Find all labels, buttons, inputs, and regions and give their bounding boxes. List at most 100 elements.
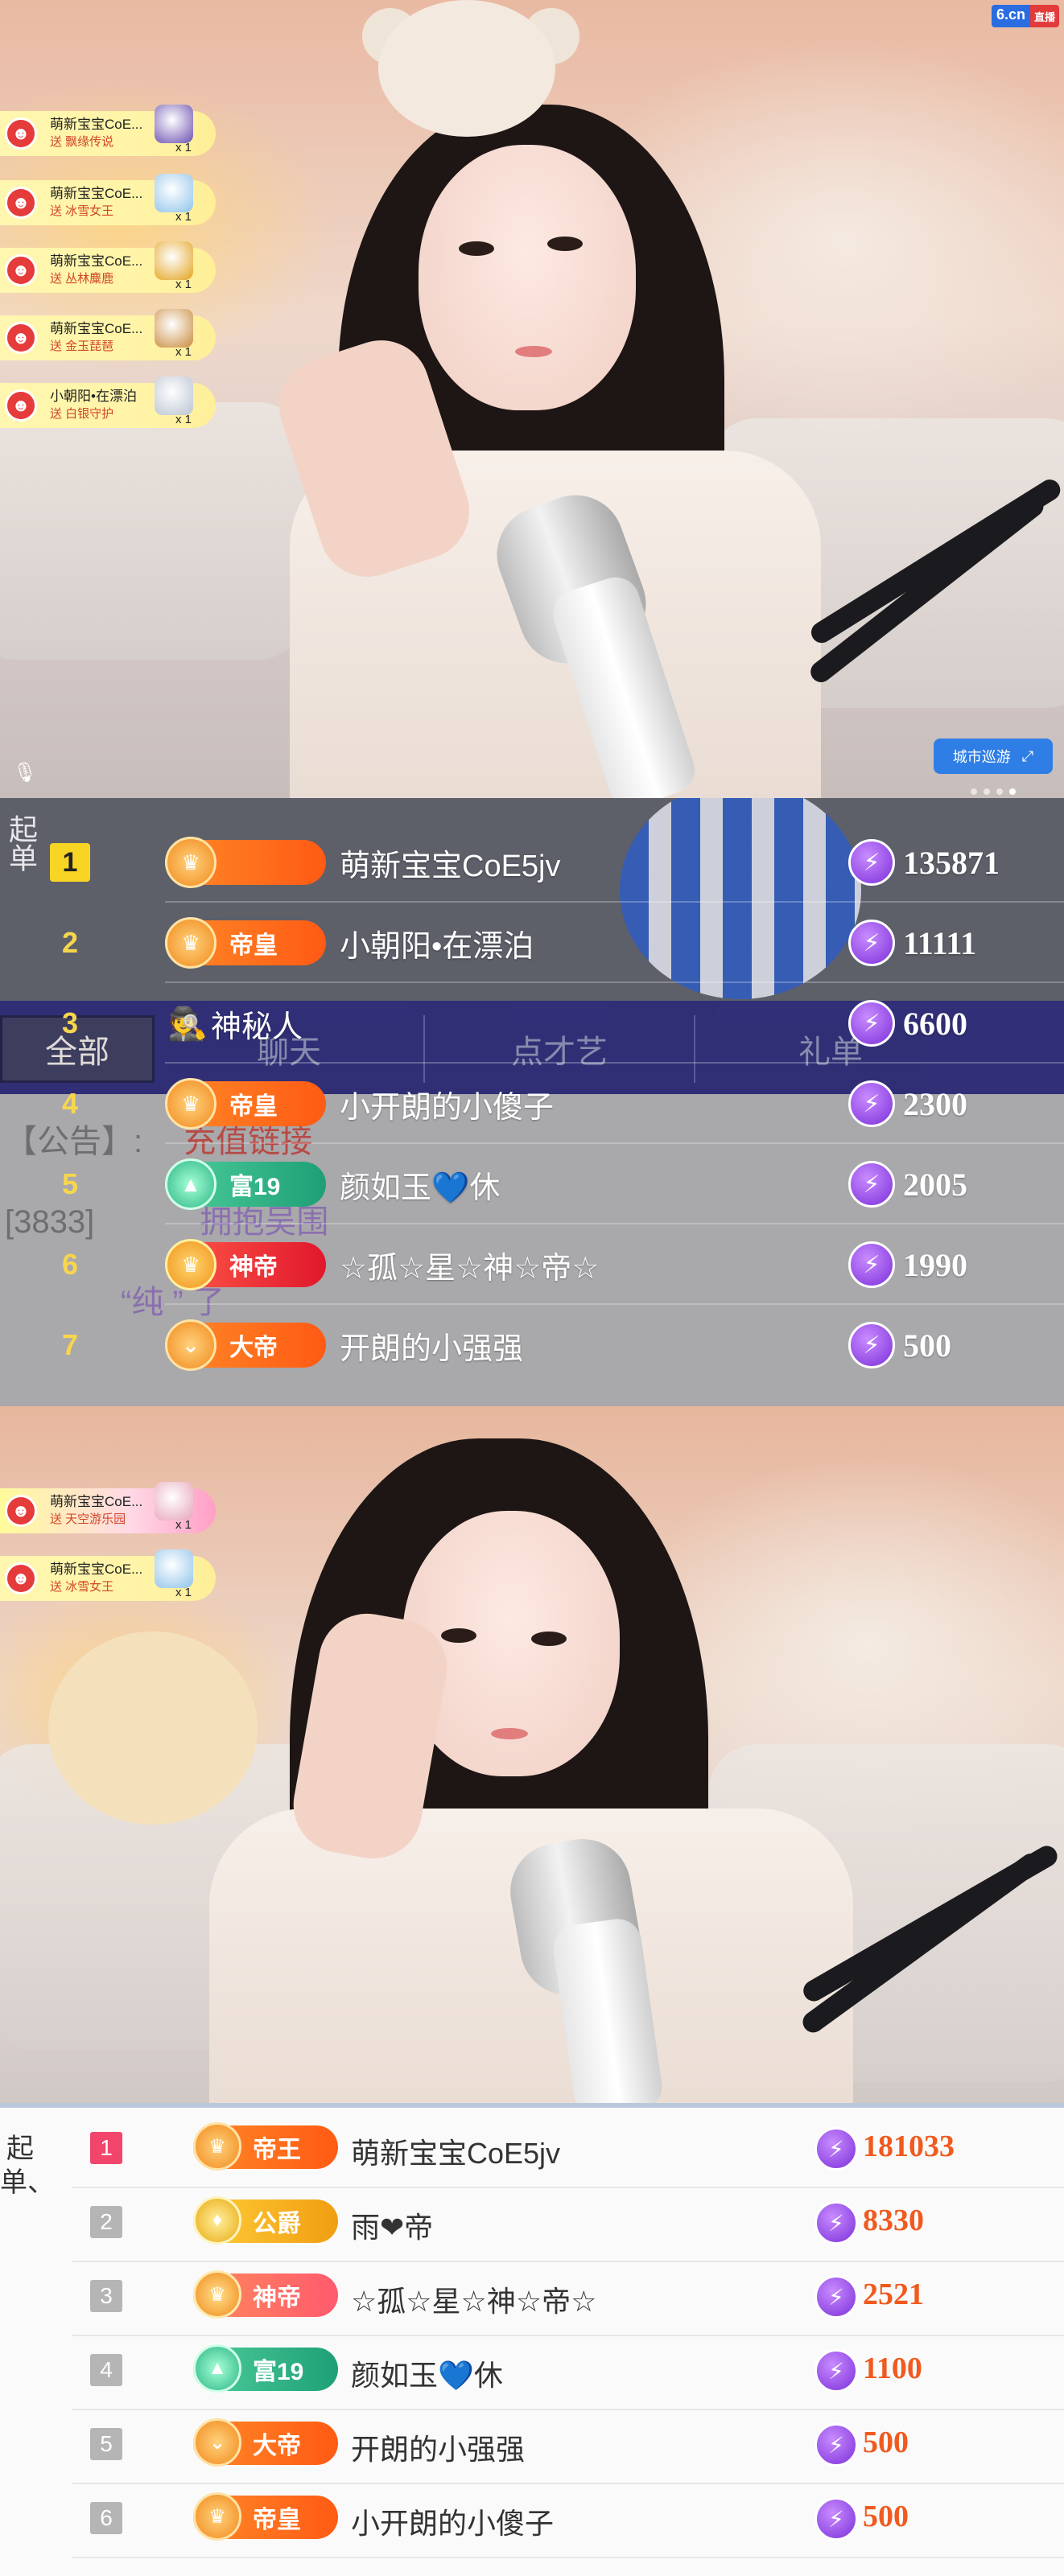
- level-text: 帝皇: [229, 932, 278, 959]
- gift-icon: [155, 1482, 193, 1520]
- ranking-row[interactable]: 1 ♛ 萌新宝宝CoE5jv ⚡ 135871: [0, 822, 1064, 903]
- rank-number: 2: [61, 926, 79, 959]
- lightning-icon: ⚡: [814, 2201, 858, 2245]
- username[interactable]: 萌新宝宝CoE5jv: [351, 2130, 560, 2172]
- level-text: 神帝: [253, 2285, 301, 2311]
- level-text: 公爵: [253, 2211, 301, 2237]
- ranking-row[interactable]: 4 ♛ 帝皇 小开朗的小傻子 ⚡ 2300: [0, 1064, 1064, 1144]
- ranking-row[interactable]: 6 ♛ 帝皇 小开朗的小傻子 ⚡ 500: [0, 2484, 1064, 2558]
- lightning-icon: ⚡: [848, 1322, 895, 1368]
- gift-notification[interactable]: ☻ 萌新宝宝CoE... 送 丛林麋鹿 x 1: [0, 241, 216, 293]
- level-badge: ♛ 帝皇: [193, 2492, 338, 2541]
- ranking-row[interactable]: 5 ▲ 富19 颜如玉💙休 ⚡ 2005: [0, 1144, 1064, 1224]
- level-badge-wrap: ♛ 帝皇: [165, 1078, 326, 1130]
- contribution-value: 8330: [863, 2204, 924, 2237]
- ranking-row[interactable]: 5 ⌄ 大帝 开朗的小强强 ⚡ 500: [0, 2410, 1064, 2484]
- username[interactable]: 小朝阳•在漂泊: [340, 921, 534, 965]
- level-medal-icon: ♦: [193, 2196, 241, 2245]
- gift-count: x 1: [175, 141, 192, 154]
- level-badge-wrap: ♛ 帝王: [193, 2122, 338, 2171]
- username[interactable]: 颜如玉💙休: [340, 1162, 500, 1207]
- gift-notification[interactable]: ☻ 萌新宝宝CoE... 送 金玉琵琶 x 1: [0, 309, 216, 360]
- level-text: 富19: [229, 1174, 281, 1200]
- lightning-icon: ⚡: [814, 2497, 858, 2541]
- level-badge: ▲ 富19: [193, 2344, 338, 2393]
- username[interactable]: 小开朗的小傻子: [340, 1082, 554, 1126]
- city-tour-button[interactable]: 城市巡游 ⤢: [934, 739, 1053, 774]
- avatar[interactable]: ☻: [5, 254, 37, 286]
- level-text: 帝皇: [253, 2507, 301, 2533]
- level-text: 大帝: [253, 2433, 301, 2459]
- username[interactable]: 颜如玉💙休: [351, 2352, 503, 2394]
- contribution-value: 1100: [863, 2352, 922, 2385]
- live-stream-screen: 6.cn 直播 ☻ 萌新宝宝CoE... 送 飘缘传说 x 1 ☻ 萌新宝宝CoE... 送…: [0, 0, 1064, 2576]
- level-medal-icon: ♛: [165, 837, 217, 888]
- gift-count: x 1: [175, 1586, 192, 1599]
- expand-icon: ⤢: [1021, 747, 1034, 764]
- ranking-row[interactable]: 1 ♛ 帝王 萌新宝宝CoE5jv ⚡ 181033: [0, 2114, 1064, 2188]
- contribution-value: 2521: [863, 2278, 924, 2311]
- gift-icon: [155, 309, 193, 348]
- avatar[interactable]: ☻: [5, 389, 37, 422]
- ranking-row[interactable]: 3 ♛ 神帝 ☆孤☆星☆神☆帝☆ ⚡ 2521: [0, 2262, 1064, 2336]
- lightning-icon: ⚡: [848, 1080, 895, 1127]
- gift-notification[interactable]: ☻ 萌新宝宝CoE... 送 冰雪女王 x 1: [0, 1549, 216, 1601]
- rank-number: 3: [90, 2280, 122, 2312]
- rank-number: 7: [61, 1328, 79, 1361]
- lips: [515, 346, 552, 357]
- username[interactable]: 开朗的小强强: [351, 2426, 525, 2468]
- streamer-face: [419, 145, 636, 410]
- rank-number: 6: [61, 1248, 79, 1281]
- eye: [459, 241, 494, 256]
- username[interactable]: ☆孤☆星☆神☆帝☆: [351, 2278, 596, 2320]
- level-text: 大帝: [229, 1335, 278, 1361]
- rank-number: 4: [61, 1087, 79, 1120]
- sofa: [0, 402, 306, 660]
- level-badge: ♛: [165, 837, 326, 888]
- contribution-value: 135871: [903, 844, 1000, 881]
- level-medal-icon: ▲: [165, 1158, 217, 1210]
- logo-tag: 直播: [1029, 5, 1059, 27]
- avatar[interactable]: ☻: [5, 1562, 37, 1595]
- level-medal-icon: ♛: [193, 2122, 241, 2171]
- username[interactable]: 开朗的小强强: [340, 1323, 523, 1368]
- logo-text: 6.cn: [991, 5, 1030, 27]
- avatar[interactable]: ☻: [5, 187, 37, 219]
- gift-notification[interactable]: ☻ 萌新宝宝CoE... 送 冰雪女王 x 1: [0, 174, 216, 225]
- username[interactable]: 神秘人: [211, 1002, 303, 1046]
- lightning-icon: ⚡: [814, 2127, 858, 2171]
- gift-icon: [155, 241, 193, 280]
- username[interactable]: ☆孤☆星☆神☆帝☆: [340, 1243, 599, 1287]
- ranking-row[interactable]: 2 ♦ 公爵 雨❤帝 ⚡ 8330: [0, 2188, 1064, 2262]
- ranking-row[interactable]: 7 ⌄ 大帝 开朗的小强强 ⚡ 500: [0, 1305, 1064, 1385]
- lightning-icon: ⚡: [814, 2275, 858, 2319]
- username[interactable]: 萌新宝宝CoE5jv: [340, 841, 561, 885]
- level-badge: ♛ 神帝: [193, 2270, 338, 2319]
- ranking-row[interactable]: 2 ♛ 帝皇 小朝阳•在漂泊 ⚡ 11111: [0, 903, 1064, 983]
- live-video-top[interactable]: 6.cn 直播 ☻ 萌新宝宝CoE... 送 飘缘传说 x 1 ☻ 萌新宝宝CoE... 送…: [0, 0, 1064, 798]
- avatar[interactable]: ☻: [5, 1495, 37, 1527]
- username[interactable]: 小开朗的小傻子: [351, 2500, 554, 2542]
- avatar[interactable]: ☻: [5, 322, 37, 354]
- ranking-row[interactable]: 4 ▲ 富19 颜如玉💙休 ⚡ 1100: [0, 2336, 1064, 2410]
- level-badge-wrap: ♛ 神帝: [193, 2270, 338, 2319]
- eye: [441, 1628, 476, 1643]
- avatar[interactable]: ☻: [5, 117, 37, 150]
- username[interactable]: 雨❤帝: [351, 2204, 433, 2246]
- gift-notification[interactable]: ☻ 萌新宝宝CoE... 送 飘缘传说 x 1: [0, 105, 216, 156]
- level-medal-icon: ♛: [165, 1239, 217, 1290]
- level-badge-wrap: ⌄ 大帝: [165, 1319, 326, 1371]
- level-badge-wrap: ▲ 富19: [193, 2344, 338, 2393]
- ranking-row[interactable]: 6 ♛ 神帝 ☆孤☆星☆神☆帝☆ ⚡ 1990: [0, 1224, 1064, 1305]
- carousel-dots[interactable]: [971, 788, 1016, 795]
- site-logo[interactable]: 6.cn 直播: [991, 5, 1059, 27]
- microphone-icon[interactable]: 🎙: [13, 761, 37, 784]
- gift-notification[interactable]: ☻ 萌新宝宝CoE... 送 天空游乐园 x 1: [0, 1482, 216, 1533]
- contribution-value: 500: [903, 1327, 951, 1364]
- live-video-bottom[interactable]: ☻ 萌新宝宝CoE... 送 天空游乐园 x 1 ☻ 萌新宝宝CoE... 送 冰雪女王 x …: [0, 1406, 1064, 2108]
- gift-notification[interactable]: ☻ 小朝阳•在漂泊送 白银守护 x 1: [0, 377, 216, 428]
- lightning-icon: ⚡: [848, 1161, 895, 1208]
- ranking-row[interactable]: 3 🕵 神秘人 ⚡ 6600: [0, 983, 1064, 1064]
- contribution-value: 181033: [863, 2130, 955, 2163]
- level-badge-wrap: ♛: [165, 837, 326, 888]
